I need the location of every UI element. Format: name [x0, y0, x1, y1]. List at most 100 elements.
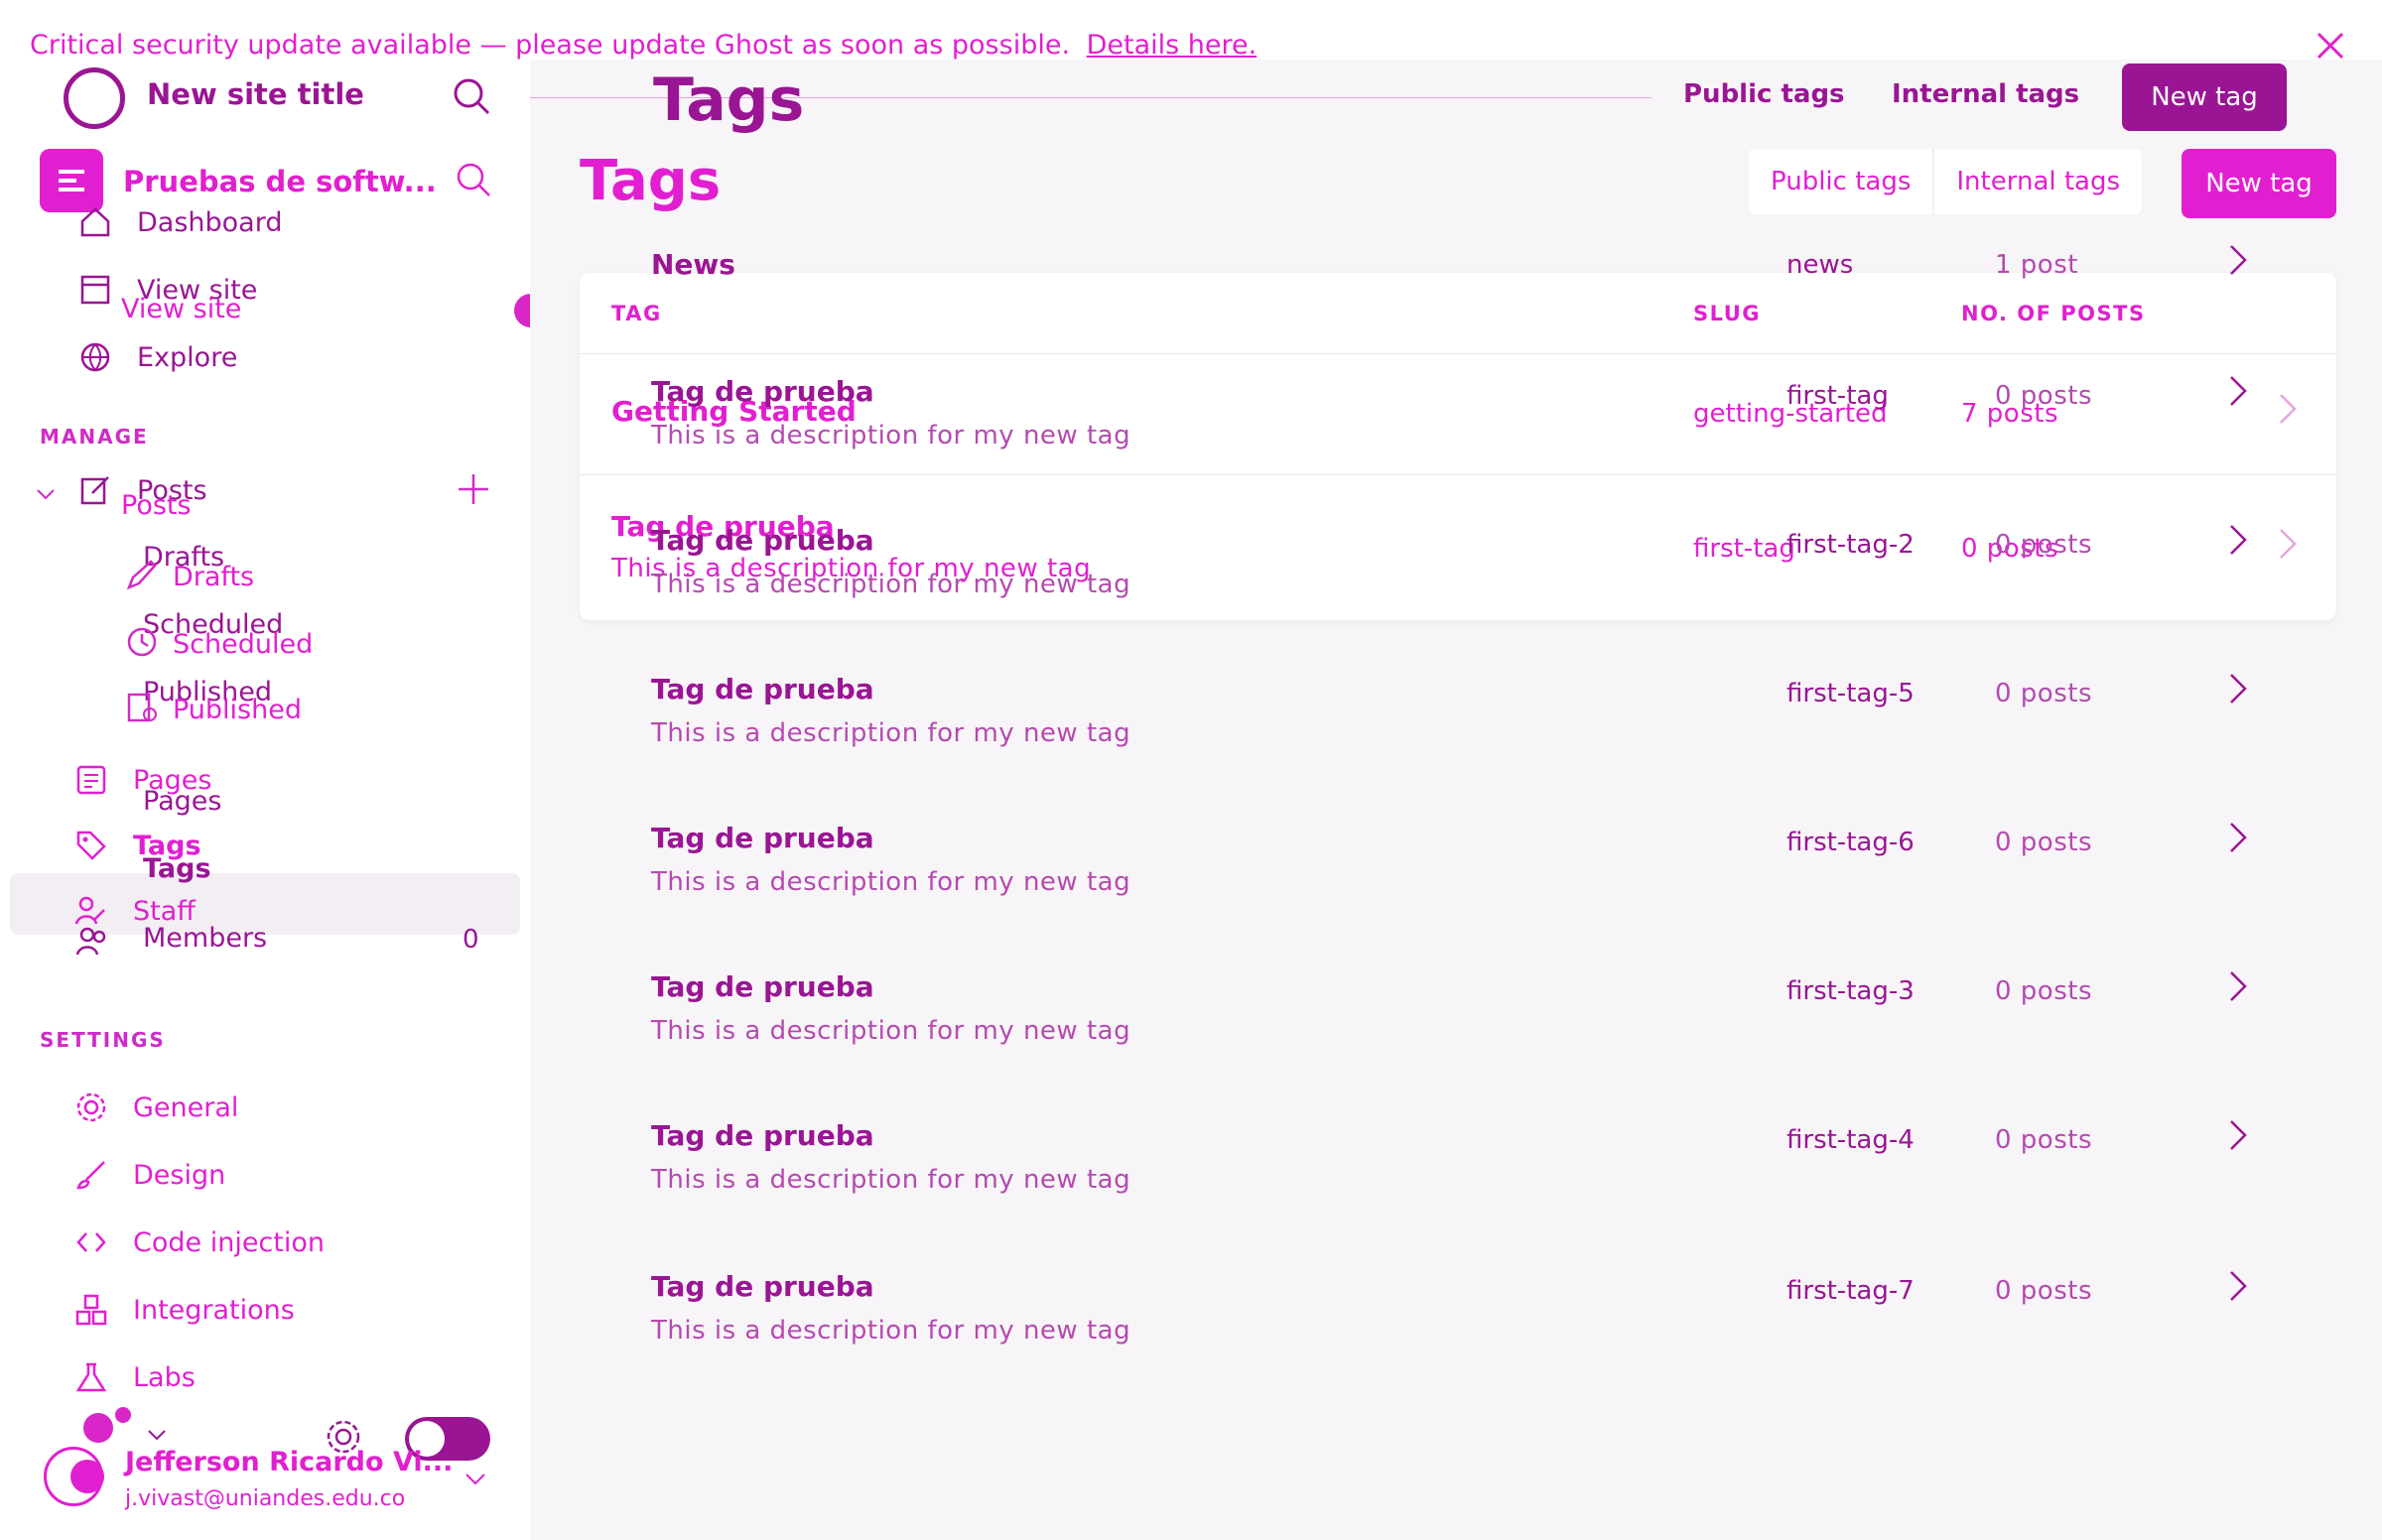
tag-name: Tag de prueba	[651, 1270, 874, 1303]
user-name[interactable]: Jefferson Ricardo Vi...	[125, 1447, 453, 1477]
site-name[interactable]: Pruebas de softw...	[123, 165, 437, 198]
nav-labs[interactable]: Labs	[71, 1357, 196, 1397]
nav-posts-front[interactable]: Posts	[121, 490, 192, 521]
members-count: 0	[463, 925, 479, 955]
chevron-right-icon[interactable]	[2223, 1266, 2253, 1306]
globe-icon	[75, 337, 115, 377]
chevron-right-icon[interactable]	[2223, 520, 2253, 560]
tag-name: Tag de prueba	[651, 822, 874, 854]
search-icon[interactable]	[455, 161, 492, 202]
nav-code-injection-label: Code injection	[133, 1226, 325, 1258]
tag-name: News	[651, 248, 735, 281]
row-divider	[580, 353, 2336, 354]
nav-general-label: General	[133, 1091, 239, 1123]
nav-pages-back[interactable]: Pages	[143, 786, 221, 817]
tag-slug: first-tag	[1786, 381, 1889, 411]
page-title: Tags	[580, 149, 722, 213]
tag-slug: first-tag-2	[1786, 530, 1915, 560]
tag-description: This is a description for my new tag	[651, 421, 1131, 450]
tag-name: Tag de prueba	[651, 524, 874, 557]
tag-name: Tag de prueba	[651, 970, 874, 1003]
site-title[interactable]: New site title	[147, 77, 364, 111]
pencil-icon	[125, 558, 159, 595]
chevron-right-icon[interactable]	[2223, 818, 2253, 857]
tab-internal-tags[interactable]: Internal tags	[1934, 149, 2142, 214]
tag-description: This is a description for my new tag	[651, 1165, 1131, 1195]
brush-icon	[71, 1155, 111, 1195]
tag-slug: first-tag	[1693, 534, 1795, 564]
col-tag-header: TAG	[611, 302, 662, 325]
tag-post-count: 0 posts	[1995, 530, 2093, 560]
tag-description: This is a description for my new tag	[651, 1316, 1131, 1346]
nav-design[interactable]: Design	[71, 1155, 225, 1195]
chevron-right-icon[interactable]	[2223, 371, 2253, 411]
tag-post-count: 0 posts	[1995, 976, 2093, 1006]
tag-post-count: 1 post	[1995, 250, 2078, 280]
tag-post-count: 0 posts	[1995, 679, 2093, 708]
nav-design-label: Design	[133, 1159, 226, 1191]
nav-labs-label: Labs	[133, 1361, 196, 1393]
user-email: j.vivast@uniandes.edu.co	[125, 1486, 406, 1511]
nav-explore[interactable]: Explore	[75, 337, 237, 377]
clock-icon	[125, 625, 159, 663]
search-icon[interactable]	[451, 75, 492, 121]
nav-integrations-label: Integrations	[133, 1294, 295, 1326]
chevron-right-icon[interactable]	[2223, 1115, 2253, 1155]
nav-general[interactable]: General	[71, 1088, 238, 1127]
chevron-down-icon[interactable]	[34, 482, 58, 510]
status-dot	[83, 1413, 113, 1443]
nav-staff-label: Staff	[133, 895, 196, 927]
members-icon	[75, 923, 109, 961]
banner-details-link[interactable]: Details here.	[1087, 30, 1257, 61]
nav-drafts-front[interactable]: Drafts	[173, 562, 254, 592]
document-check-icon	[125, 691, 159, 728]
nav-scheduled-front[interactable]: Scheduled	[173, 629, 313, 660]
new-tag-button-back[interactable]: New tag	[2122, 64, 2287, 131]
chevron-down-icon[interactable]	[463, 1469, 488, 1492]
chevron-right-icon[interactable]	[2223, 669, 2253, 708]
nav-dashboard[interactable]: Dashboard	[75, 202, 282, 242]
tag-slug: first-tag-5	[1786, 679, 1915, 708]
manage-heading: MANAGE	[40, 425, 149, 449]
chevron-right-icon[interactable]	[2273, 524, 2303, 564]
row-divider	[580, 474, 2336, 475]
home-icon	[75, 202, 115, 242]
tag-icon	[71, 826, 111, 865]
tag-description: This is a description for my new tag	[651, 570, 1131, 599]
tag-slug: first-tag-7	[1786, 1276, 1915, 1306]
chevron-right-icon[interactable]	[2223, 966, 2253, 1006]
add-post-icon[interactable]	[455, 470, 492, 512]
status-dot-small	[115, 1407, 131, 1423]
window-icon	[75, 270, 115, 310]
banner-text: Critical security update available — ple…	[30, 30, 1071, 61]
new-tag-button[interactable]: New tag	[2182, 149, 2336, 218]
nav-published-front[interactable]: Published	[173, 695, 302, 725]
tag-slug: first-tag-4	[1786, 1125, 1915, 1155]
tab-internal-back[interactable]: Internal tags	[1892, 79, 2079, 109]
tag-description: This is a description for my new tag	[651, 867, 1131, 897]
tab-public-tags[interactable]: Public tags	[1749, 149, 1935, 214]
chevron-right-icon[interactable]	[2273, 389, 2303, 429]
pages-icon	[71, 760, 111, 800]
nav-view-site-front[interactable]: View site	[121, 294, 241, 324]
tag-name: Tag de prueba	[651, 673, 874, 706]
settings-heading: SETTINGS	[40, 1028, 166, 1052]
tag-post-count: 0 posts	[1995, 828, 2093, 857]
chevron-down-icon[interactable]	[145, 1425, 169, 1449]
avatar[interactable]	[44, 1447, 104, 1506]
tab-public-back[interactable]: Public tags	[1683, 79, 1845, 109]
chevron-right-icon[interactable]	[2223, 240, 2253, 280]
nav-members[interactable]: Members	[143, 923, 267, 954]
tag-post-count: 0 posts	[1995, 1125, 2093, 1155]
site-logo-icon[interactable]	[64, 67, 125, 129]
flask-icon	[71, 1357, 111, 1397]
nav-dashboard-label: Dashboard	[137, 206, 283, 238]
nav-code-injection[interactable]: Code injection	[71, 1222, 325, 1262]
tag-post-count: 0 posts	[1995, 381, 2093, 411]
nav-tags-back[interactable]: Tags	[143, 853, 211, 884]
integrations-icon	[71, 1290, 111, 1330]
tag-post-count: 0 posts	[1995, 1276, 2093, 1306]
tag-description: This is a description for my new tag	[651, 718, 1131, 748]
page-title-back: Tags	[653, 65, 805, 135]
nav-integrations[interactable]: Integrations	[71, 1290, 295, 1330]
